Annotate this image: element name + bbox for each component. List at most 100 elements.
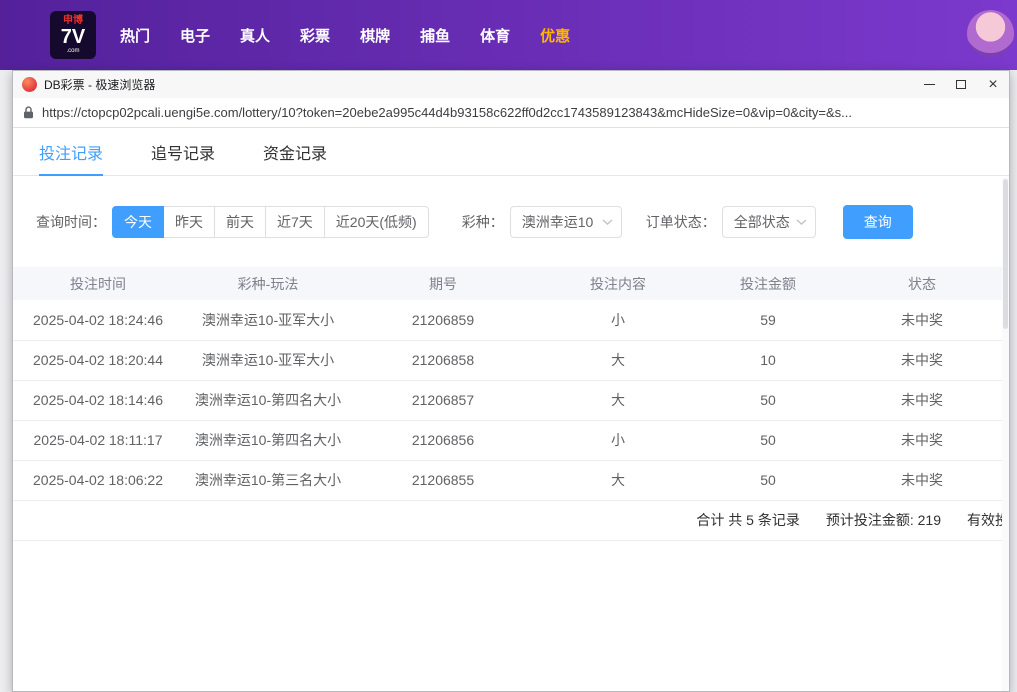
tab-bet-records[interactable]: 投注记录	[39, 128, 103, 175]
cell-bet-content: 大	[533, 460, 703, 500]
minimize-button[interactable]	[913, 71, 945, 98]
nav-item-sports[interactable]: 体育	[480, 25, 510, 46]
nav-item-cards[interactable]: 棋牌	[360, 25, 390, 46]
nav-item-live[interactable]: 真人	[240, 25, 270, 46]
nav-item-hot[interactable]: 热门	[120, 25, 150, 46]
summary-estimated-amount: 预计投注金额: 219	[826, 510, 941, 530]
browser-favicon-icon	[22, 77, 37, 92]
window-title: DB彩票 - 极速浏览器	[44, 76, 155, 93]
page: 申博 7V .com 热门 电子 真人 彩票 棋牌 捕鱼 体育 优惠 DB彩票 …	[0, 0, 1017, 692]
scrollbar-thumb[interactable]	[1003, 179, 1008, 329]
time-option-today[interactable]: 今天	[112, 206, 164, 238]
cell-bet-time: 2025-04-02 18:20:44	[13, 340, 183, 380]
status-select-label: 订单状态：	[646, 212, 716, 232]
nav-item-slots[interactable]: 电子	[180, 25, 210, 46]
maximize-icon	[956, 80, 966, 89]
time-option-day-before[interactable]: 前天	[214, 206, 266, 238]
table-header-row: 投注时间 彩种-玩法 期号 投注内容 投注金额 状态	[13, 267, 1009, 300]
cell-bet-content: 小	[533, 300, 703, 340]
summary-total: 合计 共 5 条记录	[696, 510, 799, 530]
close-icon: ×	[988, 77, 997, 93]
col-bet-amount: 投注金额	[703, 267, 833, 300]
cell-status: 未中奖	[833, 380, 1009, 420]
cell-lottery-play: 澳洲幸运10-亚军大小	[183, 300, 353, 340]
time-option-yesterday[interactable]: 昨天	[163, 206, 215, 238]
cell-lottery-play: 澳洲幸运10-亚军大小	[183, 340, 353, 380]
cell-issue: 21206857	[353, 380, 533, 420]
lottery-select-value: 澳洲幸运10	[522, 212, 594, 232]
order-status-select[interactable]: 全部状态	[722, 206, 816, 238]
cell-status: 未中奖	[833, 420, 1009, 460]
tab-chase-records[interactable]: 追号记录	[151, 128, 215, 175]
table-row: 2025-04-02 18:24:46 澳洲幸运10-亚军大小 21206859…	[13, 300, 1009, 340]
nav-item-lottery[interactable]: 彩票	[300, 25, 330, 46]
user-avatar[interactable]	[967, 10, 1014, 57]
tab-label: 追号记录	[151, 140, 215, 164]
col-issue: 期号	[353, 267, 533, 300]
time-filter-label: 查询时间：	[36, 212, 106, 232]
time-option-20days[interactable]: 近20天(低频)	[324, 206, 429, 238]
tab-label: 投注记录	[39, 140, 103, 164]
status-select-value: 全部状态	[734, 212, 790, 232]
summary-bar: 合计 共 5 条记录 预计投注金额: 219 有效投注	[13, 501, 1009, 541]
logo-main-text: 7V	[61, 27, 85, 47]
window-titlebar[interactable]: DB彩票 - 极速浏览器 ×	[13, 71, 1009, 98]
cell-bet-time: 2025-04-02 18:11:17	[13, 420, 183, 460]
cell-issue: 21206859	[353, 300, 533, 340]
col-lottery-play: 彩种-玩法	[183, 267, 353, 300]
window-controls: ×	[913, 71, 1009, 98]
site-logo[interactable]: 申博 7V .com	[50, 11, 96, 59]
record-tabs: 投注记录 追号记录 资金记录	[13, 128, 1009, 176]
cell-status: 未中奖	[833, 340, 1009, 380]
cell-bet-content: 大	[533, 340, 703, 380]
browser-window: DB彩票 - 极速浏览器 × https://ctopcp02pcali.uen…	[12, 70, 1010, 692]
lottery-select[interactable]: 澳洲幸运10	[510, 206, 622, 238]
cell-bet-amount: 50	[703, 380, 833, 420]
cell-lottery-play: 澳洲幸运10-第四名大小	[183, 380, 353, 420]
col-bet-time: 投注时间	[13, 267, 183, 300]
table-row: 2025-04-02 18:14:46 澳洲幸运10-第四名大小 2120685…	[13, 380, 1009, 420]
cell-bet-amount: 50	[703, 460, 833, 500]
tab-label: 资金记录	[263, 140, 327, 164]
query-button[interactable]: 查询	[843, 205, 913, 239]
time-filter-group: 今天 昨天 前天 近7天 近20天(低频)	[112, 206, 429, 238]
scrollbar[interactable]	[1002, 177, 1009, 691]
cell-bet-time: 2025-04-02 18:14:46	[13, 380, 183, 420]
cell-bet-amount: 10	[703, 340, 833, 380]
cell-lottery-play: 澳洲幸运10-第三名大小	[183, 460, 353, 500]
logo-top-text: 申博	[63, 15, 83, 27]
address-bar[interactable]: https://ctopcp02pcali.uengi5e.com/lotter…	[13, 98, 1009, 128]
lottery-select-label: 彩种：	[462, 212, 504, 232]
time-option-7days[interactable]: 近7天	[265, 206, 325, 238]
cell-bet-time: 2025-04-02 18:06:22	[13, 460, 183, 500]
nav-item-fishing[interactable]: 捕鱼	[420, 25, 450, 46]
cell-status: 未中奖	[833, 300, 1009, 340]
close-button[interactable]: ×	[977, 71, 1009, 98]
tab-fund-records[interactable]: 资金记录	[263, 128, 327, 175]
cell-bet-content: 小	[533, 420, 703, 460]
chevron-down-icon	[796, 219, 807, 225]
col-bet-content: 投注内容	[533, 267, 703, 300]
cell-bet-amount: 50	[703, 420, 833, 460]
table-row: 2025-04-02 18:11:17 澳洲幸运10-第四名大小 2120685…	[13, 420, 1009, 460]
cell-lottery-play: 澳洲幸运10-第四名大小	[183, 420, 353, 460]
cell-bet-time: 2025-04-02 18:24:46	[13, 300, 183, 340]
bet-records-table: 投注时间 彩种-玩法 期号 投注内容 投注金额 状态 2025-04-02 18…	[13, 267, 1009, 501]
nav-item-promo[interactable]: 优惠	[540, 25, 570, 46]
chevron-down-icon	[602, 219, 613, 225]
col-status: 状态	[833, 267, 1009, 300]
minimize-icon	[924, 84, 935, 85]
cell-issue: 21206855	[353, 460, 533, 500]
top-nav: 申博 7V .com 热门 电子 真人 彩票 棋牌 捕鱼 体育 优惠	[0, 0, 1017, 70]
url-text: https://ctopcp02pcali.uengi5e.com/lotter…	[42, 105, 852, 120]
cell-bet-amount: 59	[703, 300, 833, 340]
filter-bar: 查询时间： 今天 昨天 前天 近7天 近20天(低频) 彩种： 澳洲幸运10 订…	[36, 205, 1009, 239]
cell-bet-content: 大	[533, 380, 703, 420]
table-row: 2025-04-02 18:06:22 澳洲幸运10-第三名大小 2120685…	[13, 460, 1009, 500]
cell-issue: 21206856	[353, 420, 533, 460]
logo-suffix-text: .com	[66, 47, 79, 55]
table-row: 2025-04-02 18:20:44 澳洲幸运10-亚军大小 21206858…	[13, 340, 1009, 380]
maximize-button[interactable]	[945, 71, 977, 98]
main-nav: 热门 电子 真人 彩票 棋牌 捕鱼 体育 优惠	[120, 25, 570, 46]
cell-status: 未中奖	[833, 460, 1009, 500]
